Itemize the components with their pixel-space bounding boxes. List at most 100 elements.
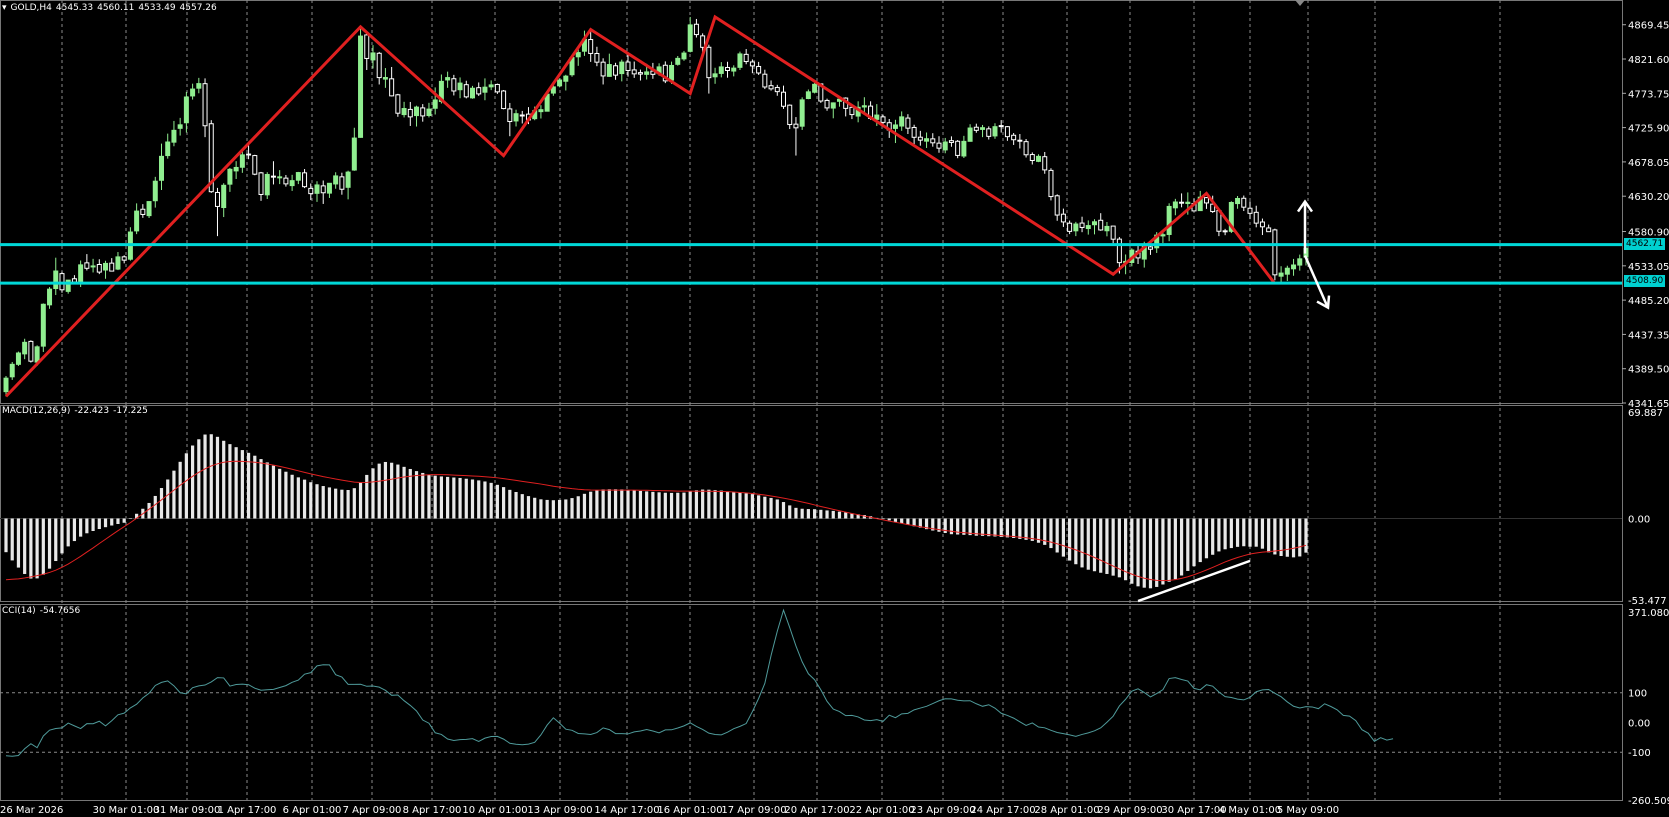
candle-body	[631, 69, 637, 75]
candle-body	[308, 187, 314, 195]
macd-histogram-bar	[1198, 518, 1202, 563]
macd-histogram-bar	[1179, 518, 1184, 576]
candle-body	[1048, 169, 1054, 198]
macd-histogram-bar	[259, 459, 263, 519]
macd-histogram-bar	[234, 447, 238, 519]
candle-body	[246, 153, 252, 156]
macd-histogram-bar	[309, 482, 313, 519]
candle-body	[625, 61, 631, 71]
candle-body	[115, 256, 121, 270]
candle-body	[289, 180, 295, 187]
macd-histogram-bar	[601, 489, 605, 519]
cci-label: CCI(14)	[2, 606, 36, 616]
macd-histogram-bar	[613, 489, 618, 519]
open-price: 4545.33	[55, 3, 94, 13]
candle-body	[401, 108, 407, 116]
macd-histogram-bar	[1204, 518, 1209, 559]
candle-body	[227, 168, 233, 185]
macd-histogram-bar	[209, 434, 213, 519]
cci-header: CCI(14) -54.7656	[2, 606, 84, 616]
candle-body	[252, 155, 258, 175]
macd-histogram-bar	[439, 476, 443, 519]
candle-body	[967, 127, 973, 142]
macd-histogram-bar	[974, 518, 978, 536]
macd-header: MACD(12,26,9) -22.423 -17.225	[2, 406, 152, 416]
macd-histogram-bar	[246, 452, 251, 519]
macd-histogram-bar	[116, 518, 120, 524]
macd-histogram-bar	[987, 518, 991, 537]
candle-body	[700, 35, 706, 48]
macd-histogram-bar	[707, 489, 711, 519]
candle-body	[942, 141, 948, 151]
candle-body	[1222, 230, 1228, 233]
candle-body	[781, 91, 786, 107]
candle-body	[637, 72, 643, 75]
macd-histogram-bar	[284, 471, 288, 519]
macd-histogram-bar	[663, 492, 667, 519]
macd-histogram-bar	[844, 512, 848, 519]
macd-histogram-bar	[371, 468, 375, 519]
macd-histogram-bar	[781, 502, 786, 519]
candle-body	[613, 65, 619, 76]
candle-body	[557, 79, 563, 87]
macd-histogram-bar	[85, 518, 89, 534]
macd-histogram-bar	[352, 488, 356, 519]
candle-body	[824, 99, 830, 109]
macd-histogram-bar	[365, 474, 369, 519]
candle-body	[924, 138, 930, 142]
macd-histogram-bar	[433, 475, 437, 519]
macd-histogram-bar	[1080, 518, 1084, 568]
candle-body	[376, 52, 382, 79]
candle-body	[1004, 126, 1010, 138]
candle-body	[1023, 141, 1029, 156]
macd-histogram-bar	[893, 518, 898, 522]
candle-body	[905, 117, 911, 129]
candle-body	[1067, 222, 1073, 232]
macd-histogram-bar	[446, 476, 450, 519]
candle-body	[146, 201, 152, 217]
macd-histogram-bar	[980, 518, 985, 536]
macd-histogram-bar	[1242, 518, 1246, 547]
macd-histogram-bar	[197, 439, 201, 519]
price-tick-label: 4389.50	[1628, 365, 1669, 376]
candle-body	[9, 363, 15, 378]
candle-body	[482, 86, 488, 93]
candle-body	[980, 127, 986, 130]
macd-histogram-bar	[595, 490, 599, 519]
price-tick-label: 4437.35	[1628, 330, 1669, 341]
candle-body	[743, 53, 749, 63]
candle-body	[445, 77, 451, 81]
candle-body	[998, 125, 1004, 128]
candle-body	[295, 172, 301, 181]
macd-histogram-bar	[1223, 518, 1227, 550]
candle-body	[718, 66, 724, 74]
candle-body	[1029, 154, 1035, 162]
macd-histogram-bar	[47, 518, 52, 569]
candle-body	[1085, 225, 1091, 230]
macd-histogram-bar	[763, 496, 767, 519]
macd-histogram-bar	[464, 478, 468, 519]
candle-body	[1073, 223, 1079, 232]
time-tick-label: 8 Apr 17:00	[403, 805, 462, 816]
candle-body	[737, 53, 743, 68]
macd-histogram-bar	[626, 489, 630, 519]
macd-histogram-bar	[321, 486, 325, 519]
dropdown-triangle-icon[interactable]: ▾	[2, 3, 7, 13]
candle-body	[787, 104, 793, 126]
candle-body	[426, 108, 432, 116]
price-tick-label: 4678.05	[1628, 158, 1669, 169]
cci-tick-label: 100	[1628, 689, 1647, 700]
candle-body	[53, 270, 59, 290]
macd-histogram-bar	[968, 518, 972, 536]
macd-histogram-bar	[769, 497, 773, 519]
candle-body	[936, 142, 942, 149]
candle-body	[389, 78, 395, 97]
price-tick-label: 4630.20	[1628, 192, 1669, 203]
macd-histogram-bar	[1005, 518, 1010, 538]
time-tick-label: 20 Apr 17:00	[784, 805, 849, 816]
macd-histogram-bar	[757, 495, 761, 519]
candle-body	[1166, 205, 1172, 235]
macd-histogram-bar	[1273, 518, 1277, 555]
macd-histogram-bar	[159, 488, 164, 519]
macd-histogram-bar	[502, 487, 506, 519]
